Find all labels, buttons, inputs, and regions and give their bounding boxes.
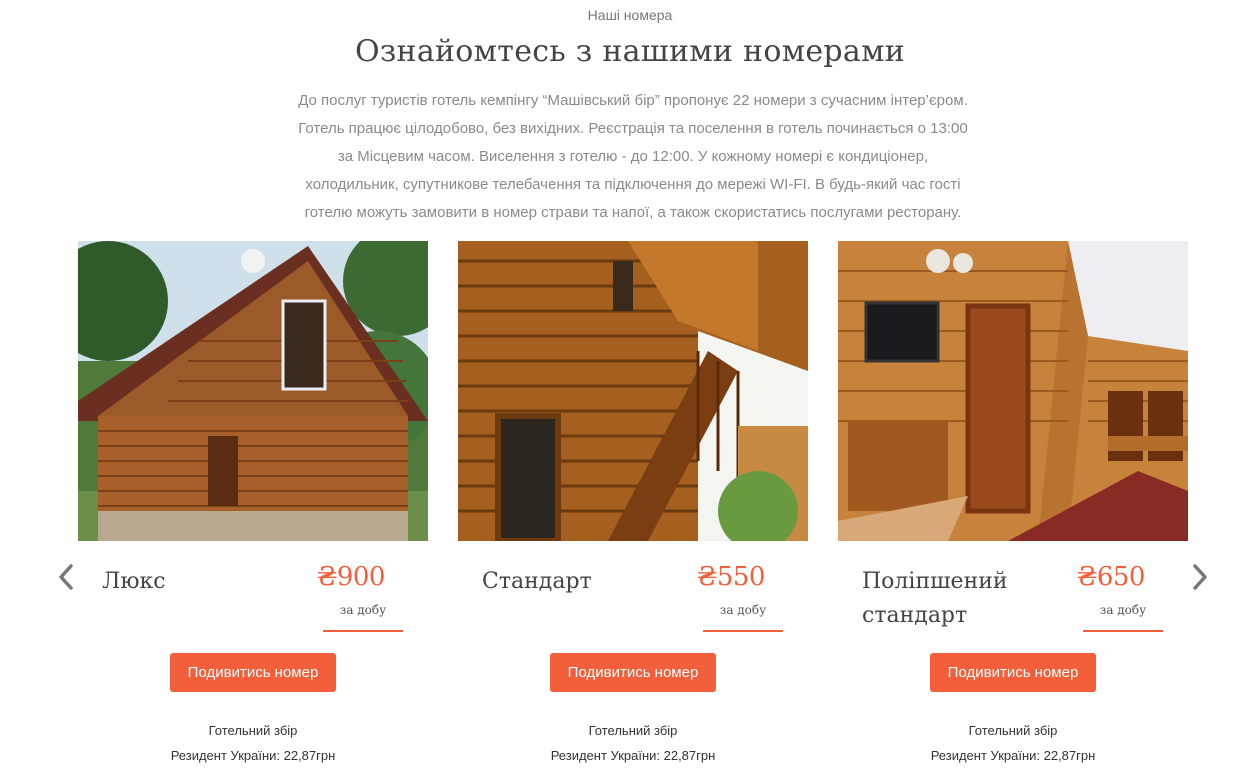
view-room-button[interactable]: Подивитись номер bbox=[170, 653, 336, 692]
hotel-tax-title: Готельний збір bbox=[588, 723, 678, 738]
room-photo[interactable] bbox=[458, 241, 808, 541]
intro-line: готелю можуть замовити в номер страви та… bbox=[304, 204, 962, 221]
price-underline bbox=[1083, 630, 1163, 632]
hotel-tax-resident: Резидент України: 22,87грн bbox=[550, 748, 716, 763]
hotel-tax-title: Готельний збір bbox=[968, 723, 1058, 738]
room-price: ₴900 bbox=[317, 562, 385, 592]
room-price: ₴550 bbox=[697, 562, 765, 592]
carousel-prev-button[interactable] bbox=[54, 560, 78, 594]
room-card-lux: Люкс ₴900 за добу Подивитись номер Готел… bbox=[78, 241, 428, 773]
view-room-button[interactable]: Подивитись номер bbox=[930, 653, 1096, 692]
section-eyebrow: Наші номера bbox=[587, 7, 673, 23]
price-underline bbox=[703, 630, 783, 632]
hotel-tax-title: Готельний збір bbox=[208, 723, 298, 738]
chevron-right-icon bbox=[1193, 564, 1207, 590]
intro-line: До послуг туристів готель кемпінгу “Маші… bbox=[298, 92, 968, 109]
room-photo[interactable] bbox=[838, 241, 1188, 541]
carousel-next-button[interactable] bbox=[1188, 560, 1212, 594]
hotel-tax-resident: Резидент України: 22,87грн bbox=[930, 748, 1096, 763]
room-card-standard: Стандарт ₴550 за добу Подивитись номер Г… bbox=[458, 241, 808, 773]
chevron-left-icon bbox=[59, 564, 73, 590]
section-title: Ознайомтесь з нашими номерами bbox=[354, 34, 906, 69]
price-period: за добу bbox=[339, 603, 387, 617]
room-card-improved-standard: Поліпшений стандарт ₴650 за добу Подивит… bbox=[838, 241, 1188, 773]
view-room-button[interactable]: Подивитись номер bbox=[550, 653, 716, 692]
room-name: Люкс bbox=[102, 569, 166, 594]
section-intro: До послуг туристів готель кемпінгу “Маші… bbox=[270, 87, 996, 227]
hotel-tax-resident: Резидент України: 22,87грн bbox=[170, 748, 336, 763]
room-photo[interactable] bbox=[78, 241, 428, 541]
intro-line: за Місцевим часом. Виселення з готелю - … bbox=[337, 148, 929, 165]
intro-line: Готель працює цілодобово, без вихідних. … bbox=[298, 120, 968, 137]
room-name: Поліпшений стандарт bbox=[862, 569, 1008, 628]
price-period: за добу bbox=[1099, 603, 1147, 617]
room-name: Стандарт bbox=[482, 569, 592, 594]
intro-line: холодильник, супутникове телебачення та … bbox=[305, 176, 961, 193]
price-underline bbox=[323, 630, 403, 632]
price-period: за добу bbox=[719, 603, 767, 617]
room-price: ₴650 bbox=[1077, 562, 1145, 592]
